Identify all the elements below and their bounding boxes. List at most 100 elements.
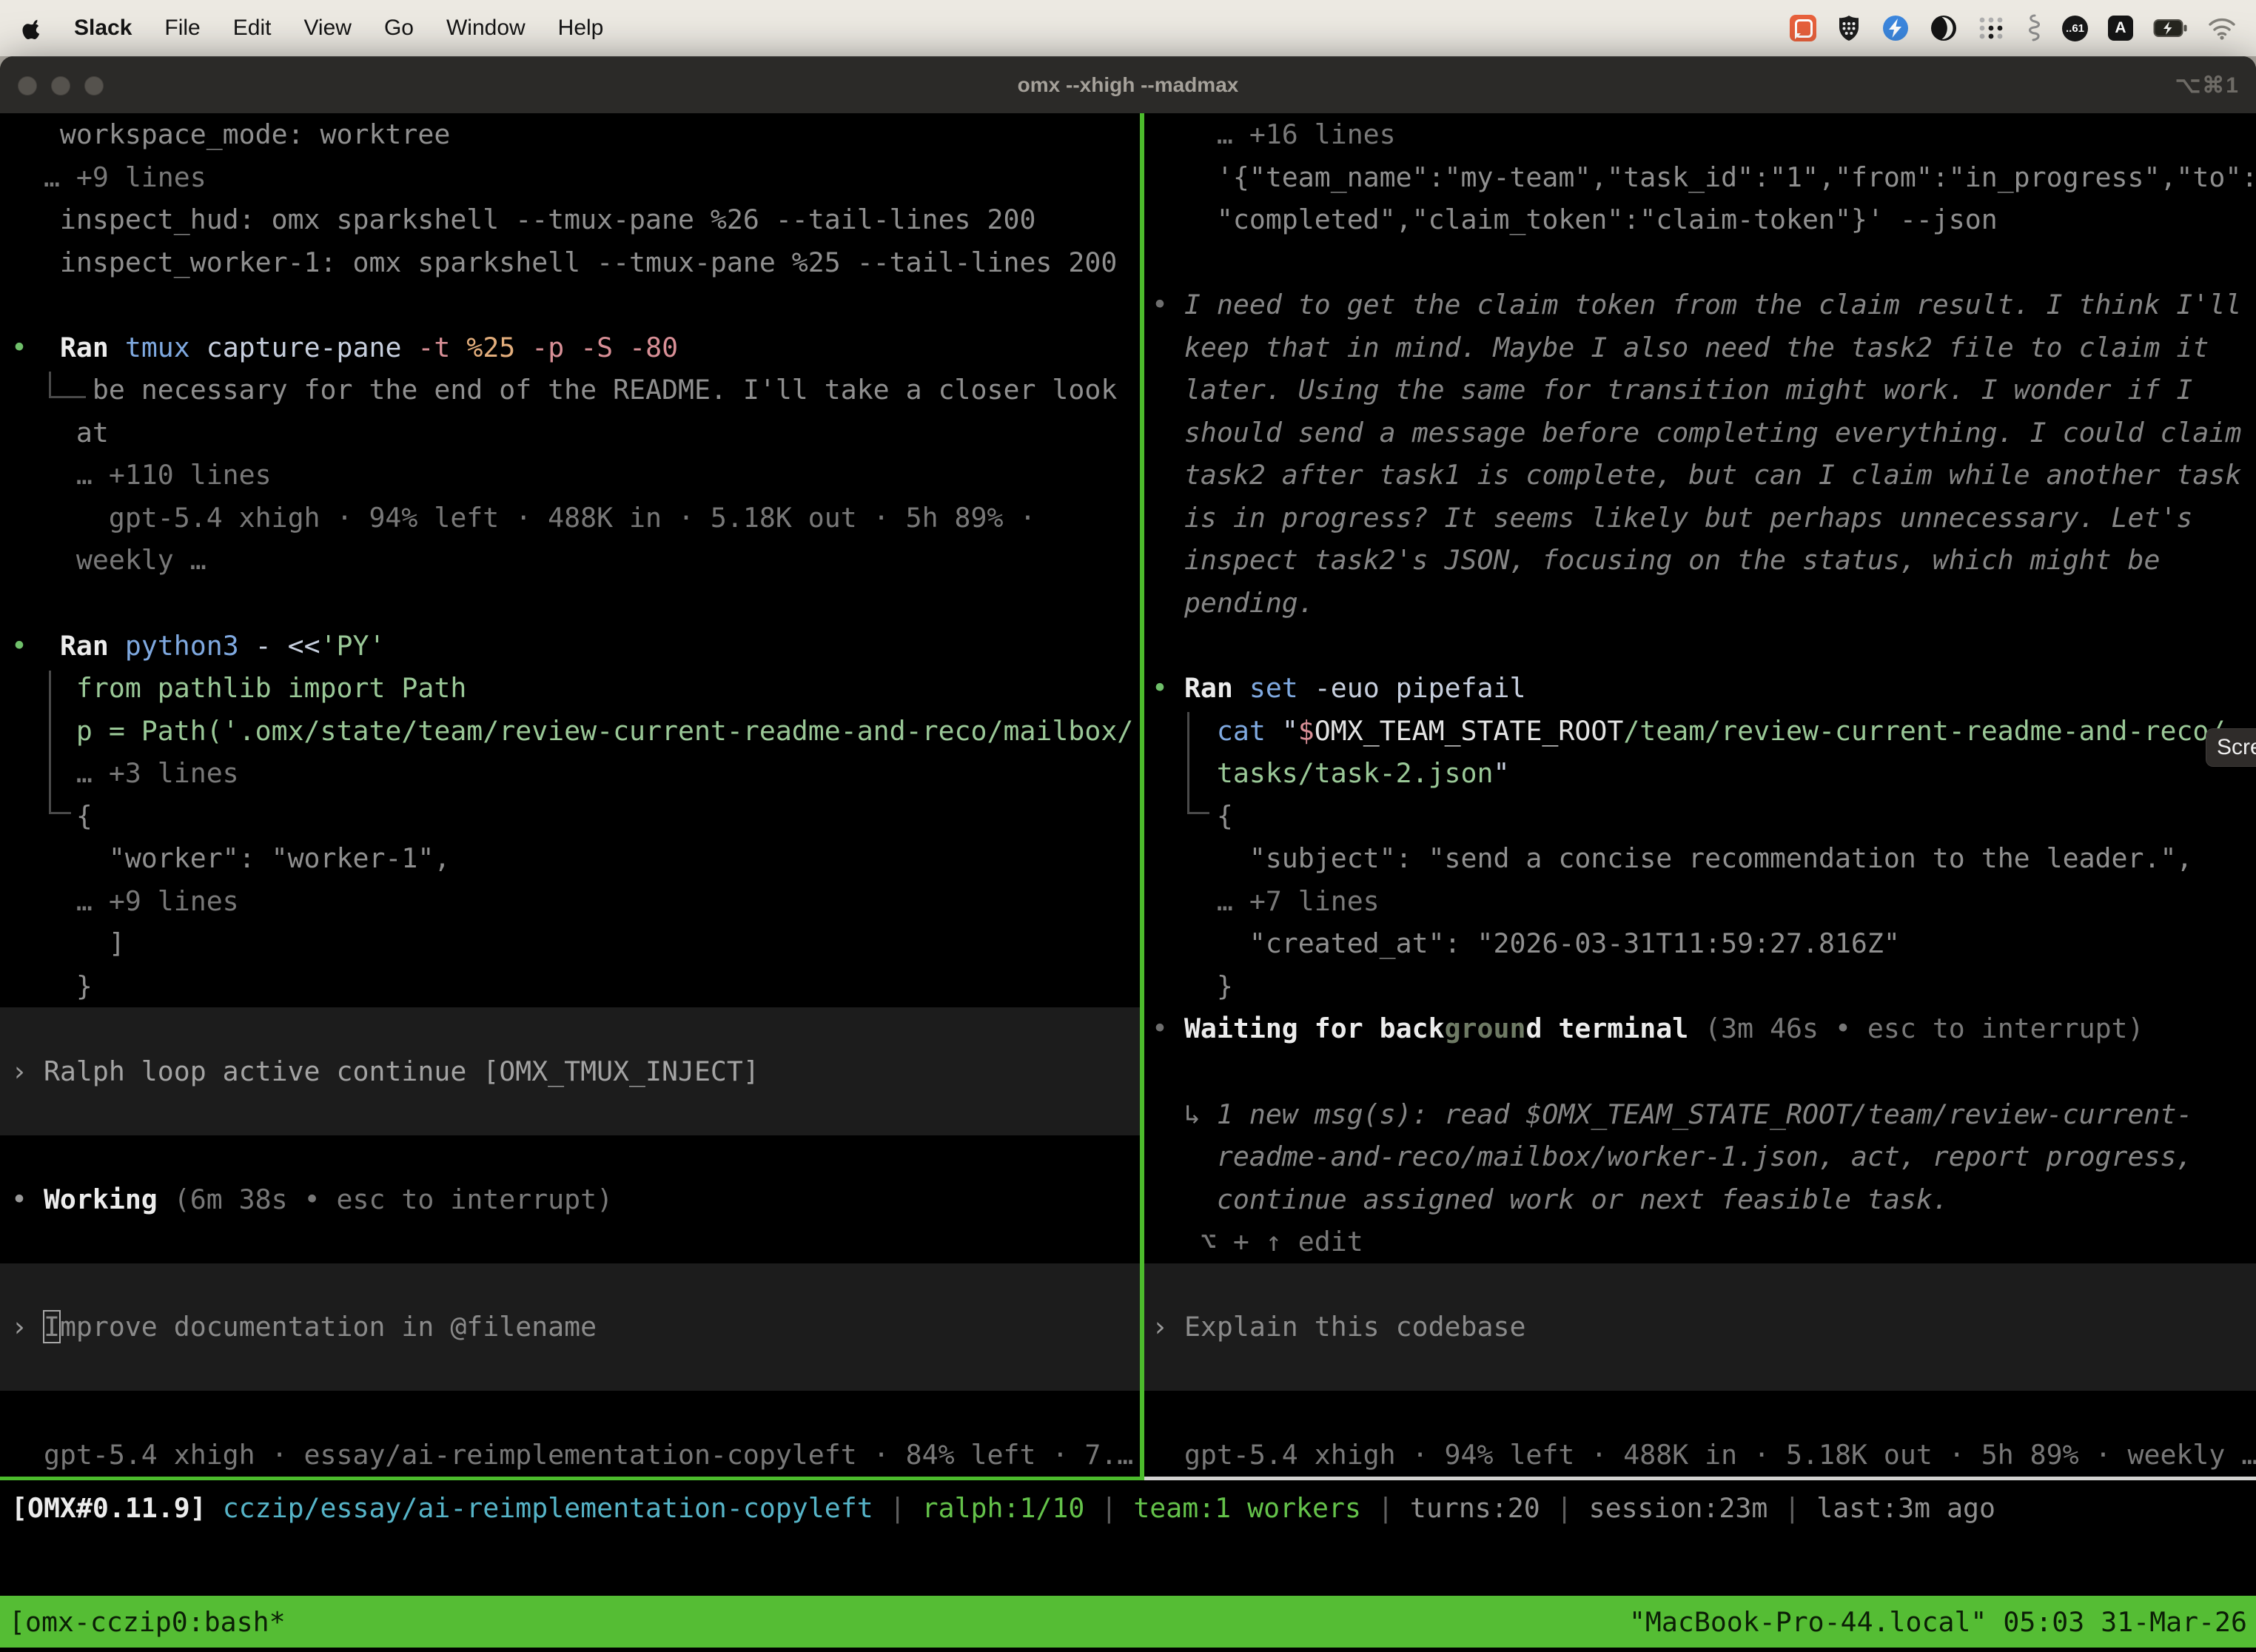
terminal-text: •: [11, 332, 60, 363]
terminal-text: "completed","claim_token":"claim-token"}…: [1152, 204, 1998, 235]
wifi-icon[interactable]: [2207, 16, 2237, 40]
terminal-line: ⌥ + ↑ edit: [1144, 1220, 2256, 1263]
terminal-line: [0, 1391, 1140, 1434]
terminal-text: groun: [1445, 1013, 1526, 1044]
counter-badge-icon[interactable]: ..61: [2062, 16, 2088, 41]
terminal-text: 'PY': [320, 630, 386, 662]
prompt-line[interactable]: › Explain this codebase: [1144, 1306, 2256, 1349]
terminal-line: [1144, 1349, 2256, 1391]
terminal-line: [0, 1135, 1140, 1178]
terminal-line: {: [1144, 795, 2256, 838]
terminal-text: Ralph loop active continue [OMX_TMUX_INJ…: [44, 1055, 759, 1087]
chat-app-icon[interactable]: [1790, 15, 1816, 41]
terminal-line: "subject": "send a concise recommendatio…: [1144, 837, 2256, 880]
terminal-text: }: [11, 970, 93, 1002]
prompt-line[interactable]: › Improve documentation in @filename: [0, 1306, 1140, 1349]
pane-divider[interactable]: [1140, 113, 1144, 1480]
terminal-line: '{"team_name":"my-team","task_id":"1","f…: [1144, 156, 2256, 199]
tmux-pane-worker[interactable]: workspace_mode: worktree … +9 lines insp…: [0, 113, 1140, 1477]
terminal-text: … +9 lines: [11, 885, 239, 917]
terminal-text: {: [11, 800, 93, 832]
terminal-line: … +9 lines: [0, 156, 1140, 199]
terminal-text: [OMX#0.11.9]: [11, 1492, 223, 1524]
omx-status-line: [OMX#0.11.9] cczip/essay/ai-reimplementa…: [11, 1486, 1995, 1531]
terminal-text: … +9 lines: [11, 161, 207, 193]
terminal-text: weekly …: [11, 544, 207, 576]
close-button[interactable]: [18, 76, 37, 95]
terminal-text: |: [890, 1492, 922, 1524]
terminal-text: OMX_TEAM_STATE_ROOT: [1315, 715, 1624, 747]
screen-overlay-toast: Scre: [2206, 728, 2256, 767]
window-title-bar[interactable]: omx --xhigh --madmax ⌥⌘1: [0, 56, 2256, 113]
terminal-line: ↳ 1 new msg(s): read $OMX_TEAM_STATE_ROO…: [1144, 1093, 2256, 1136]
prompt-line[interactable]: › Ralph loop active continue [OMX_TMUX_I…: [0, 1050, 1140, 1093]
terminal-text: {: [1152, 800, 1233, 832]
terminal-text: d terminal: [1525, 1013, 1705, 1044]
menu-item-edit[interactable]: Edit: [233, 16, 272, 41]
terminal-text: ": [1282, 715, 1298, 747]
menu-item-file[interactable]: File: [164, 16, 200, 41]
battery-icon[interactable]: [2153, 19, 2187, 38]
terminal-line: readme-and-reco/mailbox/worker-1.json, a…: [1144, 1135, 2256, 1178]
terminal-text: gpt-5.4 xhigh · 94% left · 488K in · 5.1…: [1152, 1439, 2256, 1471]
terminal-text: task2 after task1 is complete, but can I…: [1152, 459, 2241, 491]
zoom-button[interactable]: [84, 76, 104, 95]
terminal-text: |: [1377, 1492, 1410, 1524]
menu-item-go[interactable]: Go: [384, 16, 414, 41]
tree-guide: [49, 396, 86, 398]
tmux-pane-hud[interactable]: … +16 lines '{"team_name":"my-team","tas…: [1144, 113, 2256, 1477]
tree-guide: [49, 671, 51, 814]
terminal-line: • Waiting for background terminal (3m 46…: [1144, 1007, 2256, 1050]
letter-a-app-icon[interactable]: A: [2108, 16, 2133, 41]
window-title: omx --xhigh --madmax: [1018, 73, 1239, 97]
terminal-text: gpt-5.4 xhigh · 94% left · 488K in · 5.1…: [11, 502, 1035, 534]
pane-border-bottom-right: [1144, 1477, 2256, 1480]
minimize-button[interactable]: [51, 76, 70, 95]
terminal-line: pending.: [1144, 582, 2256, 625]
terminal-text: gpt-5.4 xhigh · essay/ai-reimplementatio…: [11, 1439, 1133, 1471]
dots-grid-icon[interactable]: [1978, 15, 2004, 41]
terminal-text: •: [1152, 1013, 1184, 1044]
bolt-app-icon[interactable]: [1881, 14, 1910, 42]
squiggle-app-icon[interactable]: [2024, 13, 2042, 43]
terminal-text: turns:20: [1410, 1492, 1557, 1524]
terminal-text: later. Using the same for transition mig…: [1152, 374, 2192, 406]
terminal-line: from pathlib import Path: [0, 667, 1140, 710]
menu-item-help[interactable]: Help: [558, 16, 604, 41]
window-shortcut-hint: ⌥⌘1: [2175, 57, 2240, 114]
terminal-text: workspace_mode: worktree: [11, 118, 450, 150]
terminal-text: "created_at": "2026-03-31T11:59:27.816Z": [1152, 927, 1900, 959]
active-app-name[interactable]: Slack: [74, 16, 132, 41]
tmux-status-bar: [omx-cczip0:bash* "MacBook-Pro-44.local"…: [0, 1596, 2256, 1648]
terminal-line: [0, 1263, 1140, 1306]
tmux-window-label[interactable]: [omx-cczip0:bash*: [9, 1606, 286, 1638]
terminal-text: team:1 workers: [1133, 1492, 1377, 1524]
terminal-text: }: [1152, 970, 1233, 1002]
terminal-text: -t: [417, 332, 466, 363]
terminal-line: }: [0, 965, 1140, 1008]
shield-keypad-icon[interactable]: [1836, 14, 1861, 42]
terminal-text: I need to get the claim token from the c…: [1184, 289, 2241, 320]
apple-menu-icon[interactable]: [19, 16, 41, 41]
terminal-text: cat: [1217, 715, 1282, 747]
terminal-line: [1144, 1050, 2256, 1093]
terminal-window: omx --xhigh --madmax ⌥⌘1 workspace_mode:…: [0, 56, 2256, 1652]
menu-item-view[interactable]: View: [303, 16, 351, 41]
tree-guide: [49, 812, 71, 814]
terminal-text: ›: [1152, 1311, 1184, 1343]
terminal-line: "worker": "worker-1",: [0, 837, 1140, 880]
terminal-line: continue assigned work or next feasible …: [1144, 1178, 2256, 1221]
terminal-line: }: [1144, 965, 2256, 1008]
terminal-line: tasks/task-2.json": [1144, 752, 2256, 795]
terminal-text: inspect_worker-1: omx sparkshell --tmux-…: [11, 246, 1117, 278]
crescent-app-icon[interactable]: [1930, 14, 1958, 42]
menu-bar: Slack File Edit View Go Window Help: [0, 0, 2256, 56]
terminal-text: -p: [531, 332, 580, 363]
terminal-line: [0, 1093, 1140, 1136]
menu-item-window[interactable]: Window: [446, 16, 526, 41]
terminal-text: |: [1784, 1492, 1816, 1524]
terminal-line: • I need to get the claim token from the…: [1144, 283, 2256, 326]
terminal-text: -80: [629, 332, 678, 363]
terminal-text: Waiting for back: [1184, 1013, 1445, 1044]
text-cursor: I: [44, 1311, 60, 1343]
